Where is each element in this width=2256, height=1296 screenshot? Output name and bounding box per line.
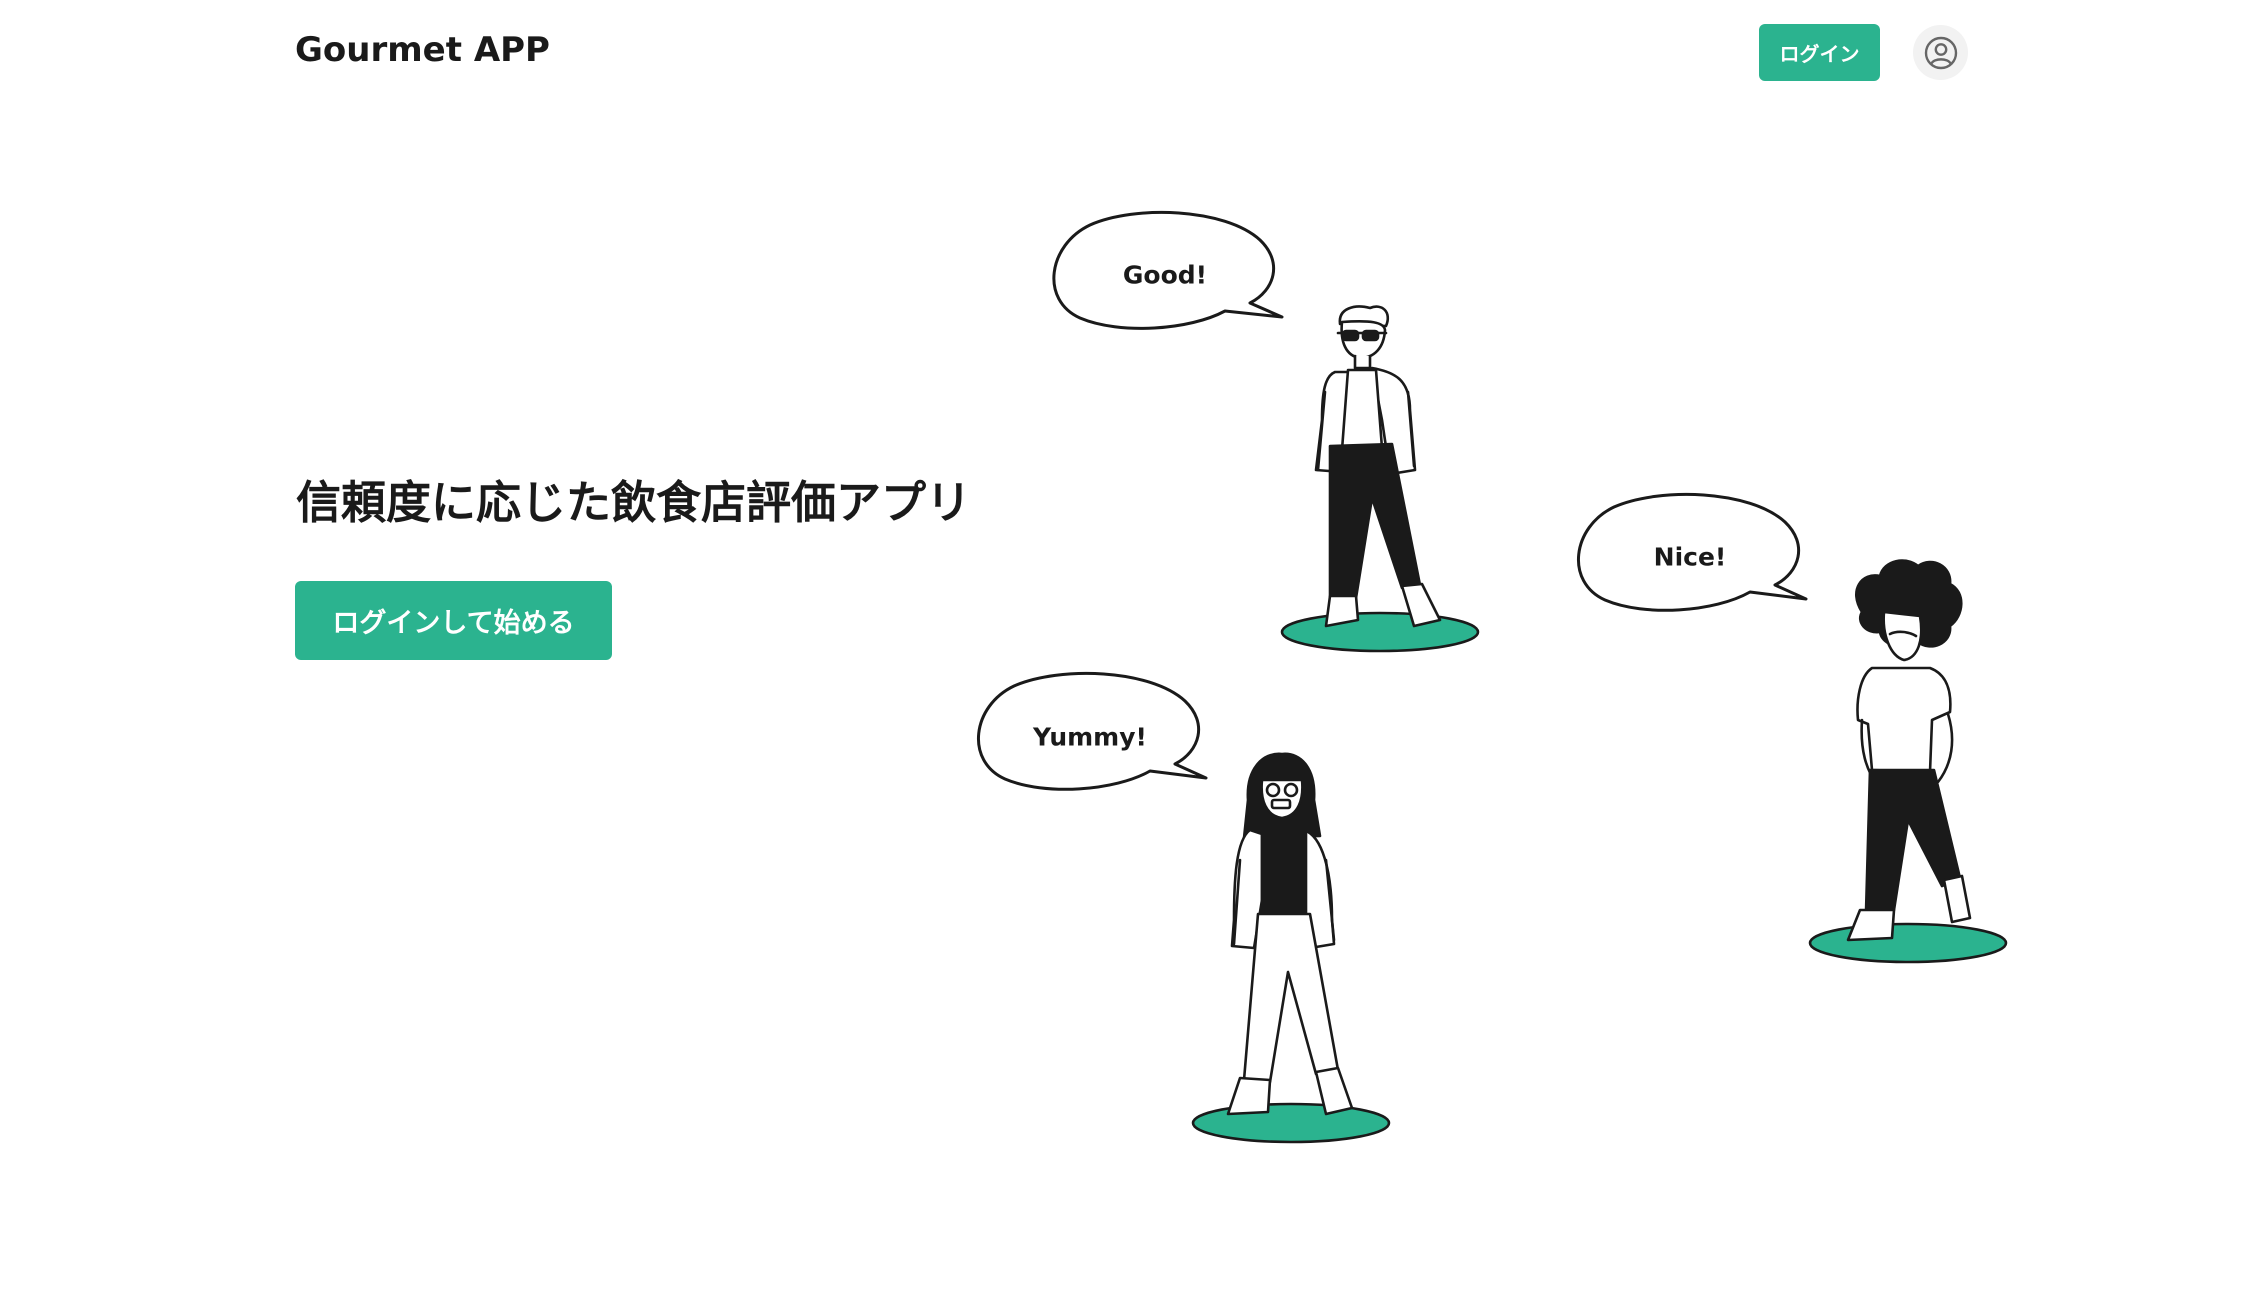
person-long-hair xyxy=(1191,752,1391,1144)
hero-title: 信頼度に応じた飲食店評価アプリ xyxy=(296,476,972,529)
brand-logo[interactable]: Gourmet APP xyxy=(295,30,550,70)
user-circle-icon xyxy=(1924,36,1957,69)
ground-shadow xyxy=(1808,922,2008,964)
bubble-text-nice: Nice! xyxy=(1653,542,1727,572)
bubble-text-yummy: Yummy! xyxy=(1033,722,1147,752)
landing-page: Gourmet APP ログイン 信頼度に応じた飲食店評価アプリ ログインして始… xyxy=(0,0,2256,1296)
ground-shadow xyxy=(1280,611,1480,653)
person-afro xyxy=(1808,559,2008,964)
login-button[interactable]: ログイン xyxy=(1759,24,1880,81)
user-menu-button[interactable] xyxy=(1913,25,1968,80)
person-sunglasses xyxy=(1280,305,1480,653)
ground-shadow xyxy=(1191,1102,1391,1144)
bubble-text-good: Good! xyxy=(1122,260,1208,290)
login-start-button[interactable]: ログインして始める xyxy=(295,581,612,660)
